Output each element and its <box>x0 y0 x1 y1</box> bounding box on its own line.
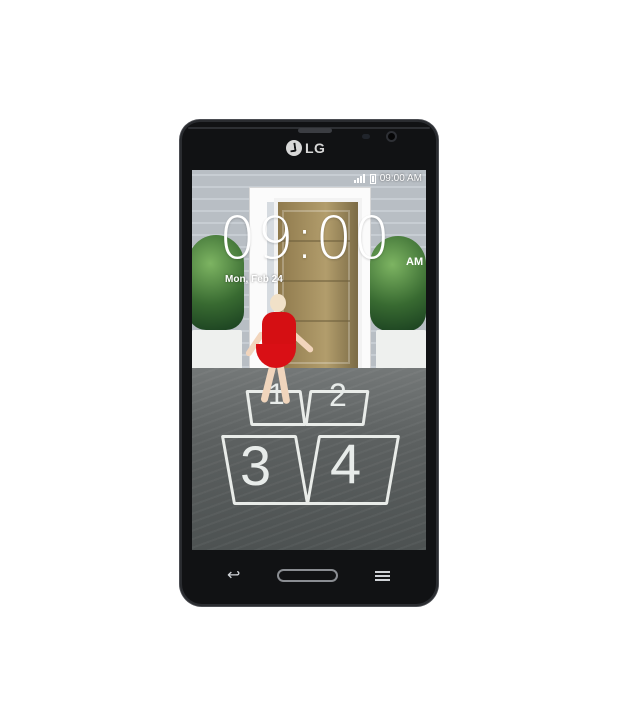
status-bar: 09:00 AM <box>353 173 422 184</box>
front-camera <box>388 133 395 140</box>
hopscotch-walkway: 1 2 3 4 <box>192 368 426 550</box>
hopscotch-number: 3 <box>240 434 272 497</box>
door-groove <box>280 280 350 282</box>
proximity-sensor <box>362 134 370 139</box>
earpiece-speaker <box>298 128 332 133</box>
girl-head <box>270 294 286 312</box>
menu-icon[interactable] <box>375 571 390 581</box>
phone-device: LG 1 2 3 4 09:00 AM 09:00 AM Mon, Feb 24… <box>180 120 438 606</box>
status-time: 09:00 AM <box>379 173 422 184</box>
clock-meridiem: AM <box>406 256 424 268</box>
back-arrow-icon[interactable]: ↩ <box>227 567 245 583</box>
lock-screen[interactable]: 1 2 3 4 09:00 AM 09:00 AM Mon, Feb 24 <box>192 170 426 550</box>
brand-logo: LG <box>286 140 325 156</box>
lock-screen-clock: 09:00 <box>219 204 392 272</box>
signal-strength-icon <box>353 174 366 183</box>
battery-icon <box>369 173 376 184</box>
lg-logo-icon <box>286 140 302 156</box>
lock-screen-date: Mon, Feb 24 <box>225 274 283 285</box>
hopscotch-number: 2 <box>329 377 347 413</box>
brand-logo-text: LG <box>305 140 326 156</box>
home-button[interactable] <box>277 569 338 582</box>
hopscotch-number: 4 <box>330 432 362 495</box>
